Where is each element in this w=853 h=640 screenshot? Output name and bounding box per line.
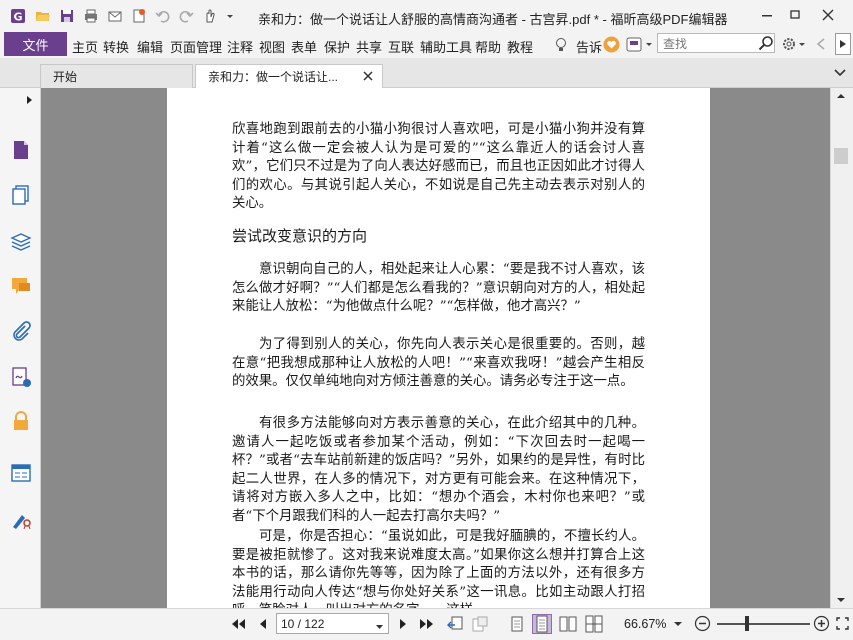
- email-icon[interactable]: [106, 7, 124, 25]
- comments-icon[interactable]: [9, 274, 33, 298]
- minimize-icon[interactable]: [754, 4, 780, 26]
- close-tab-icon[interactable]: [362, 69, 374, 83]
- tab-document[interactable]: 亲和力：做一个说话让...: [195, 64, 383, 88]
- undo-icon[interactable]: [154, 7, 172, 25]
- menu-item-help[interactable]: 帮助: [475, 37, 501, 56]
- paragraph: 欣喜地跑到跟前去的小猫小狗很讨人喜欢吧，可是小猫小狗并没有算计着“这么做一定会被…: [232, 122, 645, 211]
- menu-item-edit[interactable]: 编辑: [137, 37, 163, 56]
- menu-item-home[interactable]: 主页: [72, 37, 98, 56]
- file-menu-button[interactable]: 文件: [4, 32, 67, 56]
- zoom-out-icon[interactable]: [694, 615, 711, 632]
- facing-pages-icon[interactable]: [558, 614, 578, 634]
- hand-icon[interactable]: [202, 7, 234, 25]
- paragraph: 可是，你是否担心：“虽说如此，可是我好腼腆的，不擅长约人。要是被拒就惨了。这对我…: [232, 529, 645, 608]
- menu-item-accessibility[interactable]: 辅助工具: [420, 37, 472, 56]
- tab-label: 开始: [53, 70, 78, 84]
- window-title: 亲和力：做一个说话让人舒服的高情商沟通者 - 古宫昇.pdf * - 福昕高级P…: [258, 12, 728, 27]
- menu-item-convert[interactable]: 转换: [103, 37, 129, 56]
- pages-icon[interactable]: [9, 183, 33, 207]
- pdf-page[interactable]: 欣喜地跑到跟前去的小猫小狗很讨人喜欢吧，可是小猫小狗并没有算计着“这么做一定会被…: [167, 88, 710, 608]
- heart-icon[interactable]: [603, 36, 620, 53]
- tab-start[interactable]: 开始: [40, 64, 193, 88]
- single-page-icon[interactable]: [507, 614, 527, 634]
- vertical-scrollbar[interactable]: [830, 88, 853, 608]
- tell-me-label[interactable]: 告诉: [576, 37, 602, 56]
- ribbon-expand-button[interactable]: [835, 33, 851, 55]
- zoom-slider-thumb[interactable]: [745, 616, 749, 631]
- paragraph: 意识朝向自己的人，相处起来让人心累：“要是我不讨人喜欢，该怎么做才好啊？”“人们…: [232, 262, 645, 314]
- attachment-icon[interactable]: [9, 319, 33, 343]
- page-number-field[interactable]: 10 / 122: [276, 613, 389, 634]
- skin-icon[interactable]: [625, 36, 655, 53]
- menu-item-connect[interactable]: 互联: [388, 37, 414, 56]
- menu-item-page-manage[interactable]: 页面管理: [170, 37, 222, 56]
- scroll-down-icon[interactable]: [835, 594, 847, 604]
- go-forward-view-icon[interactable]: [470, 614, 490, 634]
- layers-icon[interactable]: [9, 229, 33, 253]
- new-icon[interactable]: [130, 7, 148, 25]
- chevron-down-icon[interactable]: [375, 620, 384, 634]
- security-icon[interactable]: [9, 409, 33, 433]
- menu-item-tutorial[interactable]: 教程: [507, 37, 533, 56]
- menu-item-share[interactable]: 共享: [356, 37, 382, 56]
- last-page-icon[interactable]: [417, 614, 437, 634]
- bulb-icon[interactable]: [553, 37, 569, 53]
- zoom-in-icon[interactable]: [813, 615, 830, 632]
- menu-item-form[interactable]: 表单: [291, 37, 317, 56]
- zoom-level[interactable]: 66.67%: [624, 617, 666, 631]
- continuous-facing-icon[interactable]: [584, 614, 604, 634]
- section-heading: 尝试改变意识的方向: [232, 227, 368, 245]
- zoom-dropdown-icon[interactable]: [673, 618, 683, 628]
- print-icon[interactable]: [82, 7, 100, 25]
- zoom-slider-track[interactable]: [717, 623, 810, 625]
- tab-label: 亲和力：做一个说话让...: [208, 70, 339, 84]
- restore-icon[interactable]: [782, 4, 808, 26]
- certificate-icon[interactable]: [9, 507, 33, 531]
- nav-back-icon[interactable]: [815, 37, 827, 51]
- menu-item-view[interactable]: 视图: [259, 37, 285, 56]
- continuous-page-icon[interactable]: [532, 614, 552, 634]
- tab-list-icon[interactable]: [833, 66, 847, 78]
- bookmark-icon[interactable]: [9, 138, 33, 162]
- open-icon[interactable]: [34, 7, 52, 25]
- first-page-icon[interactable]: [228, 614, 248, 634]
- save-icon[interactable]: [58, 7, 76, 25]
- menu-item-protect[interactable]: 保护: [324, 37, 350, 56]
- scrollbar-thumb[interactable]: [834, 148, 848, 164]
- paragraph: 有很多方法能够向对方表示善意的关心，在此介绍其中的几种。邀请人一起吃饭或者参加某…: [232, 416, 645, 524]
- search-input[interactable]: [661, 35, 759, 53]
- form-fields-icon[interactable]: [9, 461, 33, 485]
- menu-item-comment[interactable]: 注释: [227, 37, 253, 56]
- go-back-view-icon[interactable]: [445, 614, 465, 634]
- app-logo-icon[interactable]: G: [9, 7, 27, 25]
- previous-page-icon[interactable]: [253, 614, 273, 634]
- close-icon[interactable]: [815, 4, 841, 26]
- scroll-up-icon[interactable]: [835, 90, 847, 100]
- fullscreen-icon[interactable]: [834, 615, 851, 632]
- gear-icon[interactable]: [781, 35, 809, 53]
- redo-icon[interactable]: [177, 7, 195, 25]
- svg-text:G: G: [13, 11, 22, 24]
- page-number-text: 10 / 122: [281, 616, 325, 631]
- search-icon[interactable]: [758, 35, 774, 51]
- next-page-icon[interactable]: [393, 614, 413, 634]
- panel-expand-icon[interactable]: [24, 94, 34, 106]
- paragraph: 为了得到别人的关心，你先向人表示关心是很重要的。否则，越在意“把我想成那种让人放…: [232, 337, 645, 389]
- signature-icon[interactable]: [9, 365, 33, 389]
